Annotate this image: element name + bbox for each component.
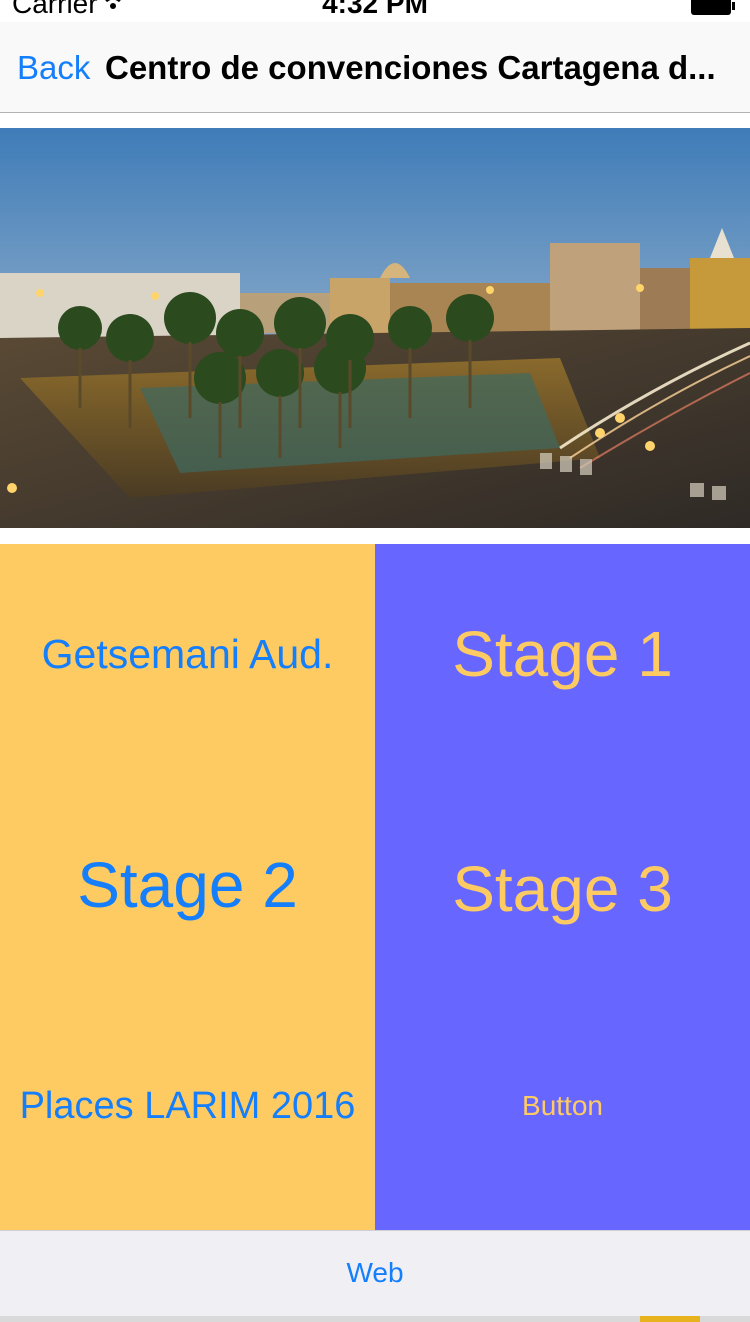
tab-bar: Web (0, 1230, 750, 1317)
stage-3-label: Stage 3 (452, 853, 673, 925)
button-label: Button (522, 1090, 603, 1121)
places-larim-2016-label: Places LARIM 2016 (19, 1084, 356, 1127)
places-larim-2016-button[interactable]: Places LARIM 2016 (0, 1002, 375, 1230)
getsemani-aud-label: Getsemani Aud. (41, 630, 334, 677)
web-tab[interactable]: Web (0, 1257, 750, 1289)
stage-3-button[interactable]: Stage 3 (375, 776, 750, 1002)
status-time: 4:32 PM (322, 0, 428, 19)
getsemani-aud-button[interactable]: Getsemani Aud. (0, 544, 375, 776)
navigation-bar: Back Centro de convenciones Cartagena d.… (0, 22, 750, 113)
screen: Carrier 4:32 PM Back Centro de convencio… (0, 0, 750, 1322)
back-button[interactable]: Back (17, 49, 90, 87)
stage-1-label: Stage 1 (452, 618, 673, 690)
bottom-edge-accent (640, 1316, 700, 1322)
battery-icon (691, 0, 735, 15)
convention-center-photo (0, 128, 750, 528)
status-bar: Carrier 4:32 PM (0, 0, 750, 22)
stage-2-label: Stage 2 (77, 849, 298, 921)
stage-2-button[interactable]: Stage 2 (0, 776, 375, 1002)
photo-illustration (0, 128, 750, 528)
page-title: Centro de convenciones Cartagena d... (105, 49, 716, 86)
stage-1-button[interactable]: Stage 1 (375, 544, 750, 776)
bottom-edge (0, 1316, 750, 1322)
button[interactable]: Button (375, 1002, 750, 1230)
